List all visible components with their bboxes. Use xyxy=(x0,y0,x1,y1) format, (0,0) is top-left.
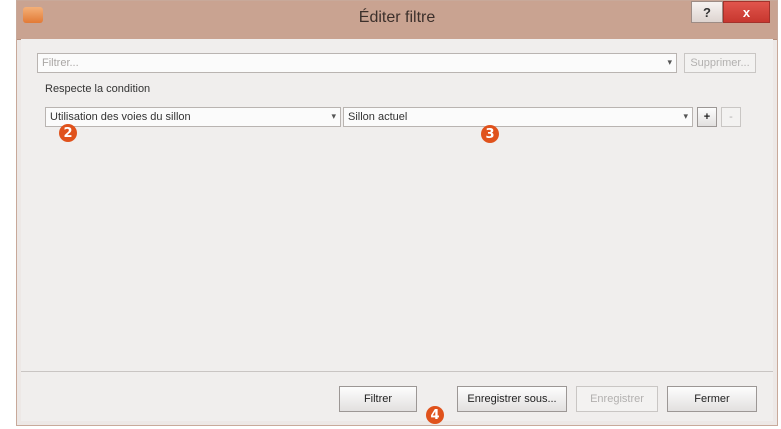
condition-operator-select[interactable]: Sillon actuel ▾ xyxy=(343,107,693,127)
chevron-down-icon: ▾ xyxy=(683,111,688,121)
chevron-down-icon: ▾ xyxy=(331,111,336,121)
condition-label: Respecte la condition xyxy=(45,83,151,95)
save-as-button[interactable]: Enregistrer sous... xyxy=(457,386,567,412)
help-button[interactable]: ? xyxy=(691,1,723,23)
condition-operator-value: Sillon actuel xyxy=(348,111,408,123)
save-button[interactable]: Enregistrer xyxy=(576,386,658,412)
annotation-badge-2: 2 xyxy=(59,124,77,142)
title-bar[interactable]: Éditer filtre ? x xyxy=(17,1,777,40)
annotation-badge-3: 3 xyxy=(481,125,499,143)
footer-separator xyxy=(21,371,773,372)
condition-field-value: Utilisation des voies du sillon xyxy=(50,111,191,123)
add-condition-button[interactable]: + xyxy=(697,107,717,127)
edit-filter-dialog: Éditer filtre ? x Filtrer... ▾ Supprimer… xyxy=(16,0,778,426)
remove-condition-button[interactable]: - xyxy=(721,107,741,127)
delete-filter-button[interactable]: Supprimer... xyxy=(684,53,756,73)
window-title: Éditer filtre xyxy=(358,9,436,26)
filter-select-placeholder: Filtrer... xyxy=(42,57,79,69)
close-window-button[interactable]: x xyxy=(723,1,770,23)
filter-select[interactable]: Filtrer... ▾ xyxy=(37,53,677,73)
dialog-content: Filtrer... ▾ Supprimer... Respecte la co… xyxy=(21,39,773,421)
close-button[interactable]: Fermer xyxy=(667,386,757,412)
condition-field-select[interactable]: Utilisation des voies du sillon ▾ xyxy=(45,107,341,127)
chevron-down-icon: ▾ xyxy=(667,57,672,67)
annotation-badge-4: 4 xyxy=(426,406,444,424)
filter-button[interactable]: Filtrer xyxy=(339,386,417,412)
